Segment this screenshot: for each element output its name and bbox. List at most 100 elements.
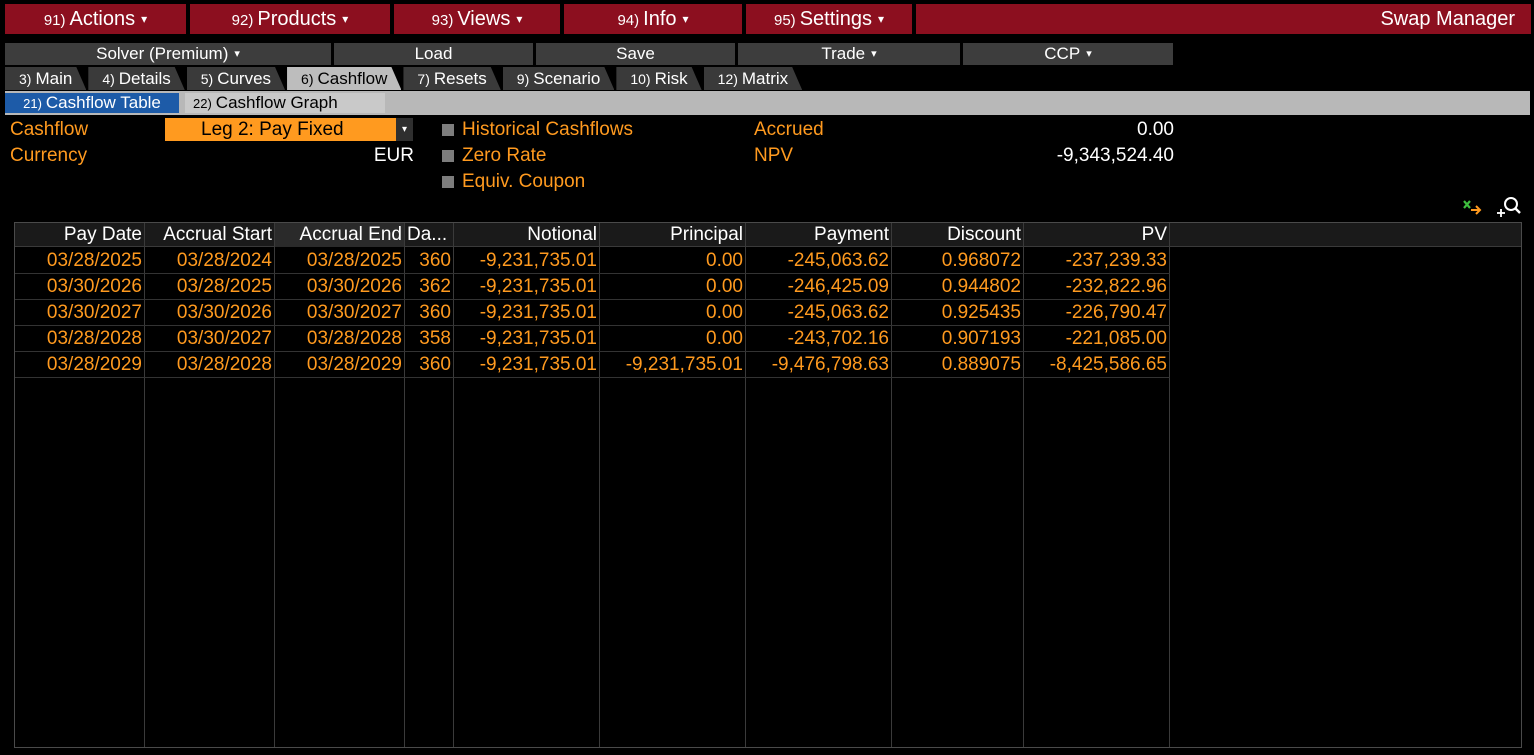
menu-label: Settings: [799, 8, 872, 30]
solver-button[interactable]: Solver (Premium) ▾: [5, 43, 331, 65]
tab-scenario[interactable]: 9) Scenario: [503, 67, 615, 90]
dropdown-arrow-icon[interactable]: ▾: [396, 118, 413, 141]
historical-cashflows-checkbox[interactable]: [442, 124, 454, 136]
load-label: Load: [414, 44, 453, 63]
cell-notional: -9,231,735.01: [479, 302, 597, 323]
cell-pv: -226,790.47: [1065, 302, 1167, 323]
tab-label: Resets: [433, 69, 487, 88]
cell-principal: 0.00: [706, 276, 743, 297]
menu-label: Views: [457, 8, 511, 30]
cell-accrual-end: 03/28/2028: [306, 328, 402, 349]
tab-curves[interactable]: 5) Curves: [187, 67, 285, 90]
zero-rate-label: Zero Rate: [462, 145, 547, 166]
ccp-button[interactable]: CCP ▾: [963, 43, 1173, 65]
cell-pay-date: 03/28/2025: [46, 250, 142, 271]
column-header-principal[interactable]: Principal: [600, 223, 746, 247]
cell-accrual-end: 03/30/2026: [306, 276, 402, 297]
cell-pay-date: 03/30/2027: [46, 302, 142, 323]
load-button[interactable]: Load: [334, 43, 533, 65]
cell-pv: -221,085.00: [1065, 328, 1167, 349]
column-header-payment[interactable]: Payment: [746, 223, 892, 247]
tab-label: Risk: [654, 69, 688, 88]
menu-number: 92): [231, 12, 254, 29]
cell-payment: -246,425.09: [787, 276, 889, 297]
menu-number: 91): [43, 12, 66, 29]
cell-accrual-start: 03/30/2027: [176, 328, 272, 349]
tab-resets[interactable]: 7) Resets: [403, 67, 500, 90]
menu-products[interactable]: 92) Products ▾: [190, 4, 390, 34]
table-row[interactable]: 03/28/2028 03/30/2027 03/28/2028 358 -9,…: [15, 326, 1170, 352]
cell-payment: -243,702.16: [787, 328, 889, 349]
cell-discount: 0.889075: [941, 354, 1021, 375]
table-row[interactable]: 03/28/2025 03/28/2024 03/28/2025 360 -9,…: [15, 248, 1170, 274]
accrued-value: 0.00: [1137, 119, 1174, 140]
chevron-down-icon: ▾: [234, 48, 240, 60]
tab-strip: 3) Main 4) Details 5) Curves 6) Cashflow 7) R…: [5, 67, 804, 90]
solver-label: Solver (Premium): [96, 44, 229, 63]
column-header-discount[interactable]: Discount: [892, 223, 1024, 247]
column-header-pay-date[interactable]: Pay Date: [15, 223, 145, 247]
column-header-days[interactable]: Da...: [405, 223, 454, 247]
cell-payment: -245,063.62: [787, 250, 889, 271]
zoom-icon[interactable]: [1495, 195, 1523, 219]
menu-info[interactable]: 94) Info ▾: [564, 4, 742, 34]
trade-label: Trade: [821, 44, 866, 63]
cell-days: 360: [419, 302, 451, 323]
cell-notional: -9,231,735.01: [479, 250, 597, 271]
menu-actions[interactable]: 91) Actions ▾: [5, 4, 186, 34]
table-row[interactable]: 03/28/2029 03/28/2028 03/28/2029 360 -9,…: [15, 352, 1170, 378]
save-label: Save: [616, 44, 655, 63]
table-row[interactable]: 03/30/2027 03/30/2026 03/30/2027 360 -9,…: [15, 300, 1170, 326]
chevron-down-icon: ▾: [871, 48, 877, 60]
tab-number: 7): [417, 71, 430, 87]
tab-cashflow[interactable]: 6) Cashflow: [287, 67, 401, 90]
equiv-coupon-label: Equiv. Coupon: [462, 171, 586, 192]
subtab-cashflow-graph[interactable]: 22) Cashflow Graph: [185, 93, 385, 113]
column-header-accrual-start[interactable]: Accrual Start: [145, 223, 275, 247]
accrued-label: Accrued: [754, 119, 824, 140]
cell-pay-date: 03/30/2026: [46, 276, 142, 297]
action-toolbar: Solver (Premium) ▾ Load Save Trade ▾ CCP ▾: [5, 43, 1176, 65]
column-header-accrual-end[interactable]: Accrual End: [275, 223, 405, 247]
table-row[interactable]: 03/30/2026 03/28/2025 03/30/2026 362 -9,…: [15, 274, 1170, 300]
tab-details[interactable]: 4) Details: [88, 67, 184, 90]
cell-principal: 0.00: [706, 250, 743, 271]
npv-value: -9,343,524.40: [1056, 145, 1174, 166]
tab-risk[interactable]: 10) Risk: [616, 67, 701, 90]
menu-settings[interactable]: 95) Settings ▾: [746, 4, 912, 34]
tab-label: Scenario: [533, 69, 601, 88]
currency-value: EUR: [373, 145, 414, 166]
tab-matrix[interactable]: 12) Matrix: [704, 67, 803, 90]
top-menu-bar: 91) Actions ▾ 92) Products ▾ 93) Views ▾ 94) In…: [5, 4, 1531, 34]
save-button[interactable]: Save: [536, 43, 735, 65]
tab-number: 4): [102, 71, 115, 87]
cell-days: 360: [419, 354, 451, 375]
tab-number: 9): [516, 71, 530, 87]
tab-number: 12): [717, 71, 738, 87]
subtab-label: Cashflow Table: [45, 93, 161, 112]
subtab-cashflow-table[interactable]: 21) Cashflow Table: [5, 93, 179, 113]
column-header-pv[interactable]: PV: [1024, 223, 1170, 247]
cell-accrual-end: 03/28/2029: [306, 354, 402, 375]
cell-payment: -9,476,798.63: [771, 354, 889, 375]
column-header-notional[interactable]: Notional: [454, 223, 600, 247]
cashflow-leg-select[interactable]: Leg 2: Pay Fixed ▾: [165, 118, 413, 141]
zero-rate-checkbox[interactable]: [442, 150, 454, 162]
npv-label: NPV: [754, 145, 794, 166]
cell-principal: -9,231,735.01: [625, 354, 743, 375]
tab-main[interactable]: 3) Main: [5, 67, 86, 90]
cell-discount: 0.925435: [941, 302, 1021, 323]
subtab-number: 21): [23, 96, 42, 111]
cell-days: 360: [419, 250, 451, 271]
cell-accrual-end: 03/30/2027: [306, 302, 402, 323]
cell-notional: -9,231,735.01: [479, 354, 597, 375]
cell-pv: -232,822.96: [1065, 276, 1167, 297]
equiv-coupon-checkbox[interactable]: [442, 176, 454, 188]
menu-views[interactable]: 93) Views ▾: [394, 4, 560, 34]
export-excel-icon[interactable]: [1462, 198, 1484, 216]
trade-button[interactable]: Trade ▾: [738, 43, 960, 65]
cell-principal: 0.00: [706, 328, 743, 349]
cell-discount: 0.968072: [941, 250, 1021, 271]
table-header: Pay Date Accrual Start Accrual End Da...…: [15, 223, 1521, 247]
tab-label: Cashflow: [317, 69, 388, 88]
